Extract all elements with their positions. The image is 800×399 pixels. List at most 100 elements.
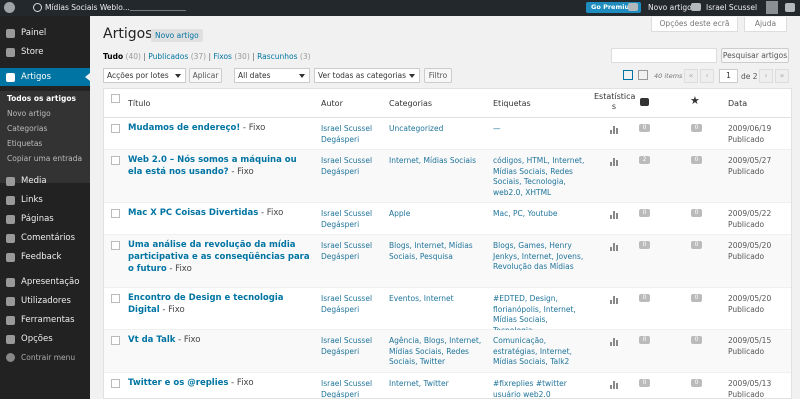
column-title[interactable]: Título bbox=[128, 99, 150, 108]
post-title-link[interactable]: Mudamos de endereço! bbox=[128, 123, 240, 133]
post-tags[interactable]: Comunicação, estratégias, Internet, Mídi… bbox=[493, 336, 588, 368]
stats-icon[interactable] bbox=[610, 211, 618, 219]
post-tags[interactable]: códigos, HTML, Internet, Mídias Sociais,… bbox=[493, 156, 588, 198]
sidebar-item-links[interactable]: Links bbox=[0, 191, 90, 209]
category-filter-select[interactable]: Ver todas as categorias bbox=[314, 68, 420, 83]
comment-count-bubble[interactable]: 0 bbox=[639, 124, 650, 132]
post-tags[interactable]: #fixreplies #twitter usuário web2.0 bbox=[493, 379, 588, 398]
search-icon[interactable] bbox=[785, 3, 795, 12]
row-checkbox[interactable] bbox=[111, 241, 120, 250]
table-row[interactable]: Web 2.0 – Nós somos a máquina ou ela est… bbox=[104, 150, 791, 203]
stats-icon[interactable] bbox=[610, 126, 618, 134]
sidebar-item-paginas[interactable]: Páginas bbox=[0, 210, 90, 228]
post-title-link[interactable]: Encontro de Design e tecnologia Digital bbox=[128, 293, 284, 315]
table-row[interactable]: Encontro de Design e tecnologia Digital … bbox=[104, 288, 791, 335]
comments-icon[interactable] bbox=[628, 3, 638, 11]
current-page-input[interactable]: 1 bbox=[719, 69, 738, 83]
post-categories[interactable]: Agência, Blogs, Internet, Mídias Sociais… bbox=[389, 336, 484, 368]
row-checkbox[interactable] bbox=[111, 379, 120, 388]
post-author[interactable]: Israel Scussel Degásperi bbox=[321, 209, 381, 230]
comment-count-bubble[interactable]: 0 bbox=[639, 241, 650, 249]
row-checkbox[interactable] bbox=[111, 156, 120, 165]
search-input[interactable] bbox=[611, 48, 717, 63]
table-row[interactable]: Mac X PC Coisas Divertidas - Fixo Israel … bbox=[104, 203, 791, 235]
sidebar-item-comentarios[interactable]: Comentários bbox=[0, 229, 90, 247]
sidebar-item-opcoes[interactable]: Opções bbox=[0, 330, 90, 348]
sidebar-item-media[interactable]: Media bbox=[0, 172, 90, 190]
star-icon[interactable]: ★ bbox=[690, 94, 700, 107]
post-categories[interactable]: Blogs, Internet, Mídias Sociais, Pesquis… bbox=[389, 241, 484, 262]
post-title-link[interactable]: Mac X PC Coisas Divertidas bbox=[128, 208, 258, 218]
post-tags[interactable]: — bbox=[493, 124, 588, 135]
submenu-all-posts[interactable]: Todos os artigos bbox=[7, 94, 76, 103]
sidebar-item-ferramentas[interactable]: Ferramentas bbox=[0, 311, 90, 329]
row-checkbox[interactable] bbox=[111, 209, 120, 218]
list-view-icon[interactable] bbox=[623, 70, 633, 80]
site-name-link[interactable]: Mídias Sociais Weblo... bbox=[45, 3, 130, 12]
table-row[interactable]: Uma análise da revolução da mídia partic… bbox=[104, 235, 791, 288]
wordpress-logo-icon[interactable] bbox=[4, 2, 15, 13]
collapse-menu-button[interactable]: Contrair menu bbox=[6, 353, 75, 362]
post-categories[interactable]: Eventos, Internet bbox=[389, 294, 484, 305]
user-name-link[interactable]: Israel Scussel bbox=[706, 3, 757, 12]
comment-count-bubble[interactable]: 0 bbox=[639, 379, 650, 387]
stats-icon[interactable] bbox=[610, 338, 618, 346]
filter-drafts[interactable]: Rascunhos bbox=[257, 52, 297, 61]
comment-count-bubble[interactable]: 0 bbox=[639, 294, 650, 302]
submenu-categories[interactable]: Categorias bbox=[7, 124, 47, 133]
post-title-link[interactable]: Vt da Talk bbox=[128, 335, 175, 345]
date-filter-select[interactable]: All dates bbox=[234, 68, 310, 83]
post-categories[interactable]: Internet, Mídias Sociais bbox=[389, 156, 484, 167]
post-categories[interactable]: Apple bbox=[389, 209, 484, 220]
stats-icon[interactable] bbox=[610, 158, 618, 166]
excerpt-view-icon[interactable] bbox=[638, 70, 648, 80]
apply-button[interactable]: Aplicar bbox=[189, 68, 222, 83]
new-article-link[interactable]: Novo artigo bbox=[648, 3, 692, 12]
sidebar-item-painel[interactable]: Painel bbox=[0, 24, 90, 42]
sidebar-item-store[interactable]: Store bbox=[0, 43, 90, 61]
table-row[interactable]: Twitter e os @replies - Fixo Israel Scuss… bbox=[104, 373, 791, 398]
notification-icon[interactable] bbox=[691, 3, 701, 11]
post-tags[interactable]: Mac, PC, Youtube bbox=[493, 209, 588, 220]
filter-all[interactable]: Tudo bbox=[103, 52, 123, 61]
post-author[interactable]: Israel Scussel Degásperi bbox=[321, 336, 381, 357]
search-posts-button[interactable]: Pesquisar artigos bbox=[721, 48, 789, 63]
sidebar-item-feedback[interactable]: Feedback bbox=[0, 248, 90, 266]
help-button[interactable]: Ajuda bbox=[744, 17, 787, 32]
filter-sticky[interactable]: Fixos bbox=[213, 52, 232, 61]
screen-options-button[interactable]: Opções deste ecrã bbox=[651, 17, 738, 32]
table-row[interactable]: Mudamos de endereço! - Fixo Israel Scusse… bbox=[104, 118, 791, 150]
stats-icon[interactable] bbox=[610, 243, 618, 251]
bulk-actions-select[interactable]: Acções por lotes bbox=[103, 68, 186, 83]
post-author[interactable]: Israel Scussel Degásperi bbox=[321, 156, 381, 177]
submenu-new-post[interactable]: Novo artigo bbox=[7, 109, 51, 118]
select-all-checkbox[interactable] bbox=[111, 94, 120, 103]
post-categories[interactable]: Uncategorized bbox=[389, 124, 484, 135]
next-page-button[interactable]: › bbox=[759, 69, 773, 83]
post-title-link[interactable]: Uma análise da revolução da mídia partic… bbox=[128, 240, 310, 274]
post-author[interactable]: Israel Scussel Degásperi bbox=[321, 294, 381, 315]
filter-published[interactable]: Publicados bbox=[148, 52, 188, 61]
add-new-post-button[interactable]: Novo artigo bbox=[151, 29, 203, 42]
post-categories[interactable]: Internet, Twitter bbox=[389, 379, 484, 390]
post-author[interactable]: Israel Scussel Degásperi bbox=[321, 124, 381, 145]
post-title-link[interactable]: Web 2.0 – Nós somos a máquina ou ela est… bbox=[128, 155, 297, 177]
post-title-link[interactable]: Twitter e os @replies bbox=[128, 378, 228, 388]
table-row[interactable]: Vt da Talk - Fixo Israel Scussel Degásper… bbox=[104, 330, 791, 373]
first-page-button[interactable]: « bbox=[684, 69, 698, 83]
stats-icon[interactable] bbox=[610, 381, 618, 389]
post-author[interactable]: Israel Scussel Degásperi bbox=[321, 241, 381, 262]
comment-column-icon[interactable] bbox=[640, 98, 649, 106]
comment-count-bubble[interactable]: 0 bbox=[639, 336, 650, 344]
comment-count-bubble[interactable]: 0 bbox=[639, 209, 650, 217]
row-checkbox[interactable] bbox=[111, 124, 120, 133]
submenu-copy-post[interactable]: Copiar uma entrada bbox=[7, 154, 82, 163]
row-checkbox[interactable] bbox=[111, 336, 120, 345]
sidebar-item-utilizadores[interactable]: Utilizadores bbox=[0, 292, 90, 310]
avatar[interactable] bbox=[766, 1, 778, 14]
column-date[interactable]: Data bbox=[728, 99, 747, 108]
sidebar-item-apresentacao[interactable]: Apresentação bbox=[0, 273, 90, 291]
prev-page-button[interactable]: ‹ bbox=[700, 69, 714, 83]
row-checkbox[interactable] bbox=[111, 294, 120, 303]
stats-icon[interactable] bbox=[610, 296, 618, 304]
